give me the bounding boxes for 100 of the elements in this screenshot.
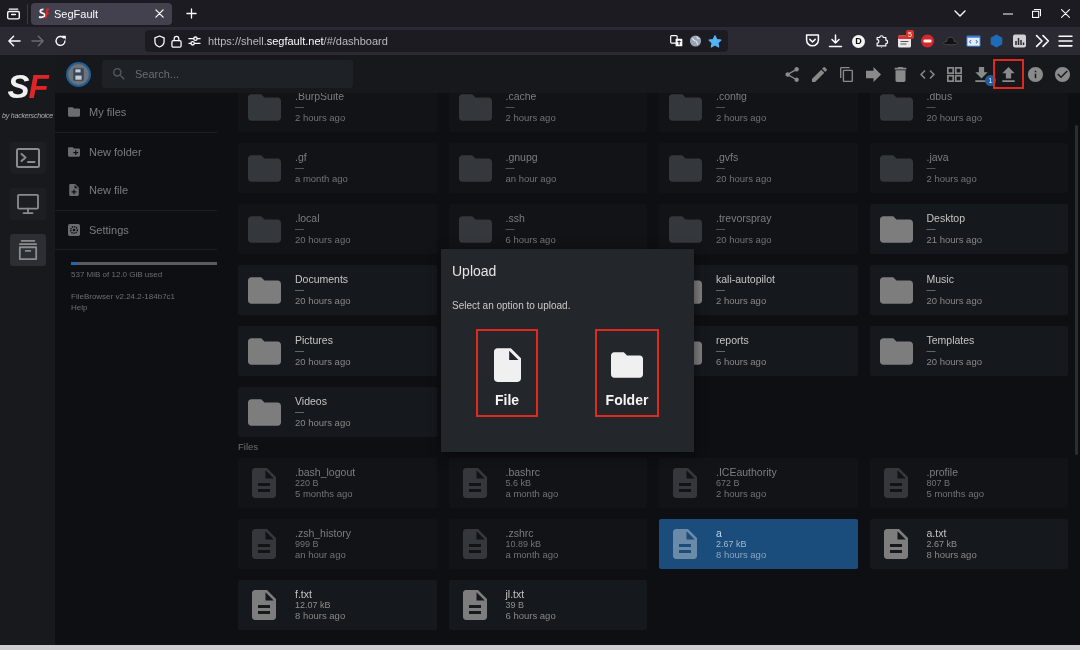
close-icon — [154, 9, 164, 18]
file-card[interactable]: f.txt 12.07 kB 8 hours ago — [238, 580, 437, 630]
settings-item[interactable]: Settings — [55, 210, 217, 249]
item-size: — — [295, 224, 305, 234]
folder-card[interactable]: .trevorspray — 20 hours ago — [659, 204, 858, 254]
folder-card[interactable]: .cache — 2 hours ago — [448, 93, 647, 132]
file-card[interactable]: .profile 807 B 5 months ago — [869, 458, 1068, 508]
folder-icon — [879, 215, 913, 243]
folder-icon — [248, 93, 281, 121]
arrow-right-icon — [31, 35, 44, 47]
upload-file-button[interactable]: File — [476, 329, 538, 417]
download-icon — [827, 34, 843, 48]
folder-card[interactable]: .config — 2 hours ago — [659, 93, 858, 132]
file-manager-button[interactable] — [9, 234, 46, 266]
file-card[interactable]: .zsh_history 999 B an hour ago — [238, 519, 437, 569]
folder-card[interactable]: Documents — 20 hours ago — [238, 265, 437, 315]
extension-button[interactable]: D — [852, 34, 865, 48]
modified-time: 6 hours ago — [716, 356, 767, 368]
folder-icon — [879, 154, 913, 182]
folder-card[interactable]: .gnupg — an hour ago — [448, 143, 647, 193]
folder-card[interactable]: .BurpSuite — 2 hours ago — [238, 93, 437, 132]
folder-name: .ssh — [505, 212, 526, 224]
file-card[interactable]: .bashrc 5.6 kB a month ago — [448, 458, 647, 508]
modified-time: a month ago — [505, 549, 559, 561]
item-size: 2.67 kB — [716, 539, 748, 549]
new-file-item[interactable]: New file — [55, 171, 217, 210]
search-field[interactable]: Search... — [102, 60, 353, 88]
folder-card[interactable]: Music — 20 hours ago — [869, 265, 1068, 315]
modified-time: 2 hours ago — [716, 295, 768, 307]
item-size: — — [716, 285, 726, 295]
file-name: .zshrc — [505, 527, 535, 539]
code-window-icon — [965, 34, 981, 48]
modified-time: 20 hours ago — [295, 356, 351, 368]
pocket-icon — [804, 34, 820, 48]
folder-card[interactable]: Desktop — 21 hours ago — [869, 204, 1068, 254]
new-folder-item[interactable]: New folder — [55, 132, 217, 171]
modified-time: 20 hours ago — [926, 112, 982, 124]
item-size: — — [295, 102, 305, 112]
modified-time: 5 months ago — [926, 488, 985, 500]
item-size: — — [295, 407, 305, 417]
my-files-item[interactable]: My files — [55, 93, 217, 132]
modified-time: 5 months ago — [295, 488, 354, 500]
permissions-icon — [188, 35, 201, 47]
minimize-icon — [1002, 12, 1013, 15]
close-tab-button[interactable] — [152, 6, 166, 21]
file-card[interactable]: a 2.67 kB 8 hours ago — [659, 519, 858, 569]
item-size: 39 B — [505, 600, 525, 610]
file-card[interactable]: .bash_logout 220 B 5 months ago — [238, 458, 437, 508]
modified-time: 2 hours ago — [295, 112, 346, 124]
document-icon — [883, 529, 908, 559]
desktop-button[interactable] — [9, 188, 46, 220]
file-name: .ICEauthority — [716, 466, 777, 478]
hexagon-icon — [988, 34, 1004, 48]
modified-time: an hour ago — [295, 549, 347, 561]
folder-card[interactable]: .gf — a month ago — [238, 143, 437, 193]
version-text: FileBrowser v2.24.2-184b7c1 — [71, 292, 177, 302]
section-heading: Files — [238, 441, 260, 453]
folder-icon — [879, 337, 913, 365]
document-icon — [462, 529, 487, 559]
folder-plus-icon — [68, 145, 80, 158]
calendar-icon — [896, 34, 912, 48]
file-card[interactable]: .zshrc 10.89 kB a month ago — [448, 519, 647, 569]
no-entry-icon — [919, 34, 935, 48]
folder-card[interactable]: Videos — 20 hours ago — [238, 387, 437, 437]
file-card[interactable]: a.txt 2.67 kB 8 hours ago — [869, 519, 1068, 569]
document-icon — [252, 468, 276, 498]
folder-card[interactable]: Templates — 20 hours ago — [869, 326, 1068, 376]
file-name: jl.txt — [505, 588, 526, 600]
help-link[interactable]: Help — [71, 303, 88, 313]
hat-icon — [942, 34, 958, 48]
bookmark-star-button[interactable] — [708, 34, 722, 48]
folder-name: Desktop — [926, 212, 967, 224]
folder-card[interactable]: Pictures — 20 hours ago — [238, 326, 437, 376]
item-size: — — [926, 224, 937, 234]
item-size: 10.89 kB — [505, 539, 543, 549]
address-bar[interactable]: https://shell.segfault.net/#/dashboard — [145, 30, 728, 52]
browser-tab[interactable]: SegFault — [31, 2, 172, 25]
folder-name: .BurpSuite — [295, 93, 346, 102]
folder-card[interactable]: .dbus — 20 hours ago — [869, 93, 1068, 132]
file-card[interactable]: .ICEauthority 672 B 2 hours ago — [659, 458, 858, 508]
modified-time: a month ago — [505, 488, 559, 500]
folder-name: .config — [716, 93, 748, 102]
folder-icon — [669, 215, 702, 243]
settings-icon — [68, 223, 80, 236]
item-size: — — [716, 102, 726, 112]
lock-icon — [171, 34, 182, 48]
reload-icon — [54, 35, 67, 47]
folder-card[interactable]: .java — 2 hours ago — [869, 143, 1068, 193]
upload-button[interactable] — [993, 59, 1024, 89]
upload-folder-button[interactable]: Folder — [595, 329, 659, 417]
folder-card[interactable]: .local — 20 hours ago — [238, 204, 437, 254]
document-icon — [252, 590, 276, 620]
folder-card[interactable]: .gvfs — 20 hours ago — [659, 143, 858, 193]
terminal-button[interactable] — [9, 142, 46, 174]
menu-icon — [1057, 34, 1073, 48]
monitor-icon — [15, 194, 40, 214]
dialog-message: Select an option to upload. — [452, 300, 572, 312]
file-card[interactable]: jl.txt 39 B 6 hours ago — [448, 580, 647, 630]
item-size: 807 B — [926, 478, 952, 488]
folder-icon — [879, 93, 913, 121]
